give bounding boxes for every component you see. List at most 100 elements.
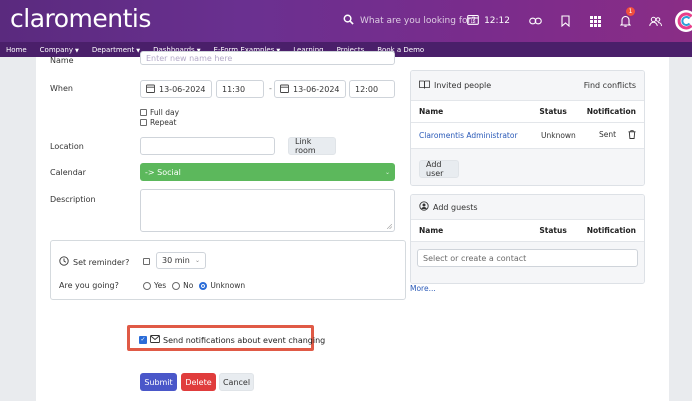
invited-people-title: Invited people [434,81,492,90]
clock-icon [59,256,69,268]
calendar-icon[interactable]: 13 [467,14,479,28]
find-conflicts-button[interactable]: Find conflicts [584,81,636,90]
guest-contact-area: Select or create a contact [411,242,644,283]
column-header-status: Status [539,226,567,235]
full-day-checkbox[interactable]: Full day [140,108,179,117]
apps-grid-icon[interactable] [584,10,606,32]
checkbox-box[interactable] [140,119,147,126]
reminder-section: Set reminder? 30 min ⌄ Are you going? Ye… [50,240,406,300]
going-yes-label[interactable]: Yes [154,281,166,290]
nav-department-label[interactable]: Department [92,46,134,54]
column-header-name: Name [419,107,444,116]
going-no-radio[interactable] [172,281,181,290]
invited-people-header: Invited people Find conflicts [411,71,644,101]
going-unknown-label[interactable]: Unknown [210,281,245,290]
trash-icon[interactable] [628,130,636,141]
calendar-icon [146,84,155,95]
delete-button[interactable]: Delete [181,373,216,391]
invited-person-name-link[interactable]: Claromentis Administrator [419,131,541,140]
notification-count-badge: 1 [626,7,635,16]
column-header-status: Status [539,107,567,116]
chevron-down-icon[interactable]: ⌄ [195,257,200,264]
add-user-button[interactable]: Add user [419,160,459,178]
location-label: Location [50,142,84,151]
envelope-icon [150,335,160,345]
end-date-value: 13-06-2024 [293,84,340,94]
calendar-selected-value: -> Social [145,167,181,177]
send-notifications-label: Send notifications about event changing [163,335,326,345]
search-icon[interactable] [343,14,354,28]
invited-person-status: Unknown [541,131,576,140]
contact-select-input[interactable]: Select or create a contact [417,249,638,267]
reminder-interval-select[interactable]: 30 min ⌄ [156,252,206,269]
nav-company[interactable]: Company ▼ [34,46,86,54]
bookmark-icon[interactable] [554,10,576,32]
add-guests-title: Add guests [433,202,478,212]
start-date-value: 13-06-2024 [159,84,206,94]
send-notifications-checkbox[interactable]: ✓ Send notifications about event changin… [139,335,325,345]
column-header-name: Name [419,226,444,235]
going-radio-group: Yes No Unknown [143,281,245,290]
end-time-input[interactable]: 12:00 [349,80,395,98]
bell-icon[interactable]: 1 [614,7,636,32]
nav-company-label[interactable]: Company [40,46,73,54]
going-yes-radio[interactable] [143,281,151,290]
calendar-select[interactable]: -> Social ⌄ [140,163,395,181]
link-icon[interactable] [524,10,546,32]
when-label: When [50,84,73,93]
date-range-separator: - [269,84,272,93]
going-no-label[interactable]: No [183,281,193,290]
repeat-checkbox[interactable]: Repeat [140,118,176,127]
location-input[interactable] [140,137,275,155]
nav-home-label[interactable]: Home [6,46,27,54]
submit-button[interactable]: Submit [140,373,177,391]
description-textarea[interactable] [140,189,395,232]
calendar-time[interactable]: 13 12:12 [467,14,510,28]
calendar-icon [280,84,289,95]
nav-home[interactable]: Home [0,46,34,54]
people-icon[interactable] [644,10,666,32]
add-guests-card: Add guests Name Status Notification Sele… [410,194,645,284]
top-header: claromentis What are you looking for? 13… [0,0,692,42]
description-label: Description [50,195,96,204]
reminder-interval-value: 30 min [162,256,190,265]
checkmark-icon[interactable]: ✓ [139,336,147,344]
brand-logo-icon[interactable] [674,9,692,33]
repeat-label: Repeat [150,118,177,127]
nav-department[interactable]: Department ▼ [86,46,147,54]
search-placeholder[interactable]: What are you looking for? [360,16,476,26]
link-room-button[interactable]: Link room [288,137,336,155]
svg-text:13: 13 [471,19,477,24]
chevron-down-icon[interactable]: ⌄ [385,169,390,176]
full-day-label: Full day [150,108,180,117]
add-guests-header: Add guests [411,195,644,220]
guests-table-header: Name Status Notification [411,220,644,242]
event-form-panel: Name Enter new name here When 13-06-2024… [36,51,669,401]
name-input[interactable]: Enter new name here [140,51,395,65]
set-reminder-row: Set reminder? [59,256,129,268]
app-logo[interactable]: claromentis [10,4,151,33]
going-label: Are you going? [59,281,119,290]
start-time-input[interactable]: 11:30 [216,80,264,98]
name-label: Name [50,56,74,65]
invited-people-card: Invited people Find conflicts Name Statu… [410,70,645,186]
resize-handle-icon[interactable] [387,224,392,229]
more-link[interactable]: More... [410,284,436,293]
table-row: Claromentis Administrator Unknown Sent [411,123,644,149]
column-header-notification: Notification [586,107,636,116]
cancel-button[interactable]: Cancel [219,373,254,391]
current-time: 12:12 [484,16,510,26]
chevron-down-icon[interactable]: ▼ [75,48,79,54]
calendar-label: Calendar [50,168,86,177]
going-unknown-radio[interactable] [199,281,208,290]
checkbox-box[interactable] [143,258,150,265]
book-icon [419,80,430,91]
set-reminder-label: Set reminder? [73,257,130,267]
invited-people-footer: Add user [411,149,644,185]
reminder-checkbox[interactable] [143,258,150,265]
end-date-input[interactable]: 13-06-2024 [274,80,346,98]
global-search[interactable]: What are you looking for? [343,14,476,28]
user-circle-icon [419,201,429,213]
start-date-input[interactable]: 13-06-2024 [140,80,212,98]
checkbox-box[interactable] [140,109,147,116]
